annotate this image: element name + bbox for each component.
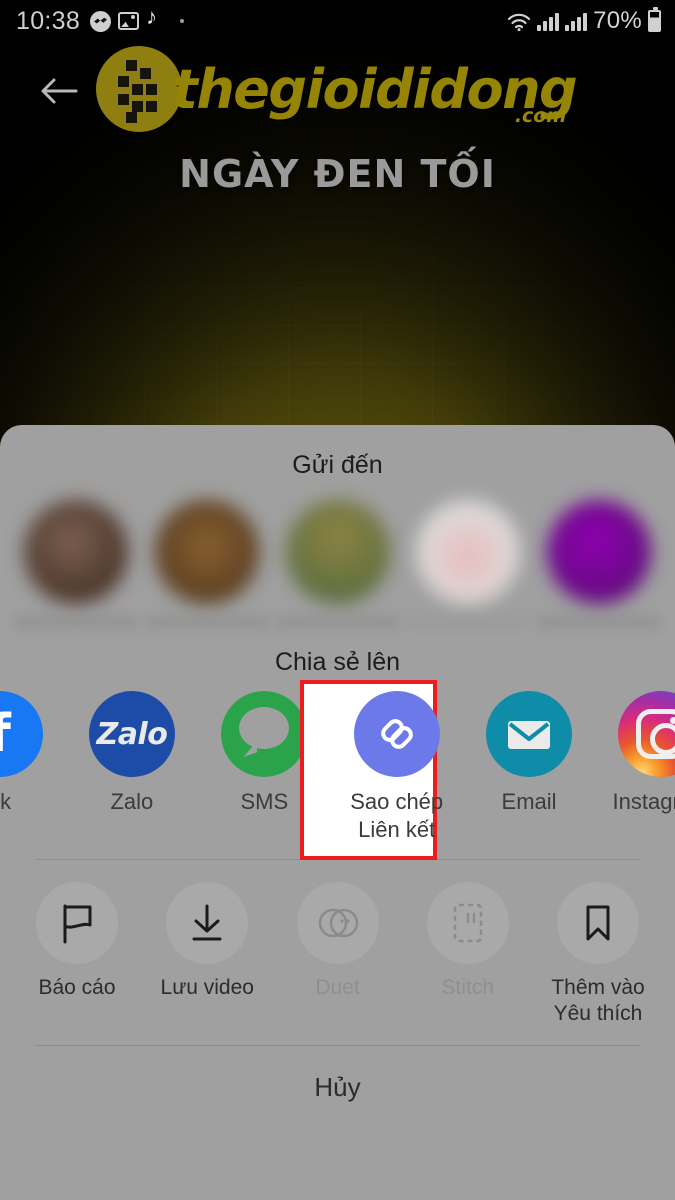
action-report[interactable]: Báo cáo <box>18 882 136 1001</box>
signal-icon <box>537 12 560 31</box>
phone-screen: thegioididong .com NGÀY ĐEN TỐI 10:38 ♪ … <box>0 0 675 1200</box>
avatar <box>416 500 521 604</box>
contact-item[interactable] <box>406 500 531 630</box>
bookmark-icon <box>557 882 639 964</box>
brand-logo: thegioididong .com <box>96 46 578 132</box>
brand-badge-icon <box>96 46 182 132</box>
contact-name <box>406 614 531 630</box>
action-label: Báo cáo <box>38 976 116 999</box>
contact-item[interactable] <box>144 500 269 630</box>
share-app-label: Email <box>501 789 557 814</box>
status-notification-icons <box>90 6 185 32</box>
avatar <box>285 500 390 604</box>
photo-icon <box>118 12 140 30</box>
contact-name <box>537 614 661 630</box>
action-label: Stitch <box>441 976 495 999</box>
share-app-label-line2: Liên kết <box>358 817 436 842</box>
share-bottom-sheet: Gửi đến Chia sẻ lên k Zalo Zalo SMS Sao … <box>0 425 675 1200</box>
action-label: Lưu video <box>160 976 254 999</box>
facebook-icon: f <box>0 691 43 777</box>
share-app-label: Sao chép <box>350 789 444 814</box>
messenger-icon <box>90 10 112 32</box>
download-icon <box>166 882 249 964</box>
contact-item[interactable] <box>275 500 400 630</box>
contact-name <box>14 614 138 630</box>
sms-icon <box>221 691 308 777</box>
email-icon <box>486 691 573 777</box>
action-add-to-favorites[interactable]: Thêm vào Yêu thích <box>539 882 657 1027</box>
contact-name <box>144 614 269 630</box>
back-arrow-icon[interactable] <box>38 74 80 108</box>
brand-suffix: .com <box>514 104 567 127</box>
battery-percent-label: 70% <box>593 7 642 34</box>
action-label: Thêm vào <box>551 976 645 999</box>
avatar <box>24 500 128 604</box>
flag-icon <box>36 882 118 964</box>
share-app-label: ok <box>0 789 12 814</box>
tiktok-icon <box>146 6 164 32</box>
contact-item[interactable] <box>14 500 138 630</box>
instagram-icon <box>618 691 675 777</box>
action-label-line2: Yêu thích <box>553 1002 643 1025</box>
video-headline: NGÀY ĐEN TỐI <box>179 152 496 196</box>
contact-item[interactable] <box>537 500 661 630</box>
share-app-instagram[interactable]: Instagram <box>596 691 675 815</box>
stitch-icon <box>426 882 509 964</box>
status-bar: 10:38 70% <box>0 0 675 42</box>
status-system-icons: 70% <box>507 7 661 35</box>
wifi-icon <box>507 11 531 32</box>
contacts-row <box>0 500 675 630</box>
status-time: 10:38 <box>16 6 81 35</box>
signal-icon <box>565 12 588 31</box>
share-app-email[interactable]: Email <box>464 691 595 815</box>
more-notifications-dot-icon <box>180 19 185 23</box>
avatar <box>547 500 651 604</box>
copy-link-icon <box>353 691 440 777</box>
action-save-video[interactable]: Lưu video <box>148 882 266 1001</box>
share-to-title: Chia sẻ lên <box>274 648 401 676</box>
video-actions-row: Báo cáo Lưu video Duet Stitch Thêm vào Y… <box>0 882 675 1027</box>
avatar <box>154 500 259 604</box>
share-apps-row: f ok Zalo Zalo SMS <box>0 680 675 860</box>
share-app-facebook[interactable]: f ok <box>0 691 65 815</box>
zalo-icon: Zalo <box>88 691 175 777</box>
cancel-button[interactable]: Hủy <box>0 1046 675 1103</box>
contact-name <box>275 614 400 630</box>
duet-icon <box>296 882 379 964</box>
share-app-copy-link[interactable]: Sao chép Liên kết <box>331 691 462 843</box>
share-app-zalo[interactable]: Zalo Zalo <box>66 691 197 815</box>
send-to-title: Gửi đến <box>292 451 383 479</box>
action-stitch: Stitch <box>409 882 527 1001</box>
action-label: Duet <box>315 976 360 999</box>
action-duet: Duet <box>279 882 397 1001</box>
share-app-label: Instagram <box>612 789 675 814</box>
battery-icon <box>648 7 661 32</box>
share-app-label: Zalo <box>110 789 154 814</box>
